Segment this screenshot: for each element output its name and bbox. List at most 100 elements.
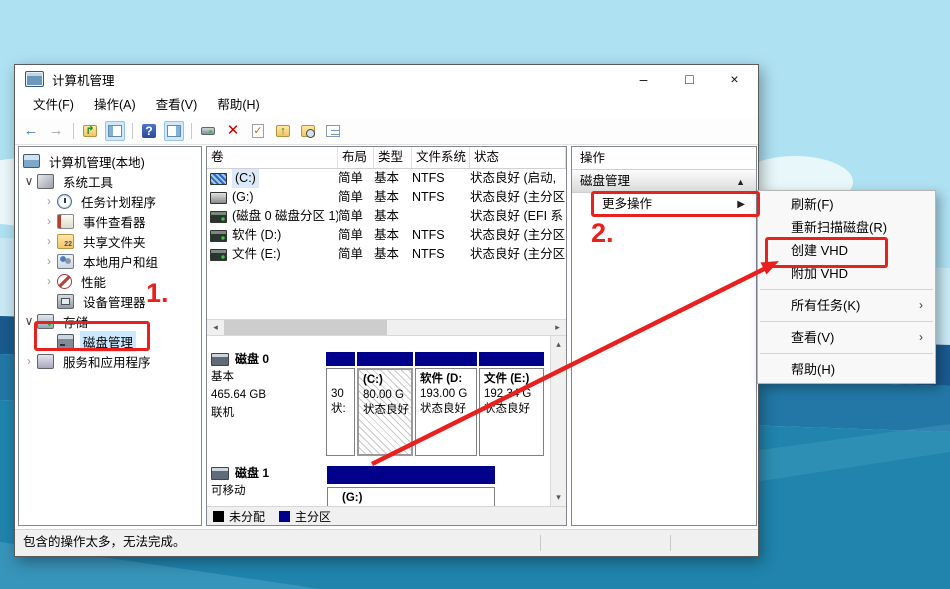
scroll-up-icon[interactable]: ▴ bbox=[550, 337, 567, 352]
expander-open-icon[interactable]: ∨ bbox=[21, 174, 37, 188]
expander-closed-icon[interactable]: › bbox=[41, 214, 57, 228]
column-type[interactable]: 类型 bbox=[374, 147, 412, 168]
menu-item-view[interactable]: 查看(V)› bbox=[758, 326, 935, 349]
menu-action[interactable]: 操作(A) bbox=[84, 93, 146, 118]
disk0-partition-e[interactable]: 文件 (E:)192.34 G状态良好 bbox=[479, 352, 544, 456]
expander-closed-icon[interactable]: › bbox=[41, 234, 57, 248]
column-layout[interactable]: 布局 bbox=[338, 147, 374, 168]
menu-separator bbox=[760, 353, 933, 354]
explore-folder-icon[interactable] bbox=[298, 121, 318, 141]
maximize-button[interactable]: □ bbox=[667, 65, 712, 93]
delete-volume-icon[interactable]: ✕ bbox=[223, 121, 243, 141]
desktop: 计算机管理 – □ × 文件(F) 操作(A) 查看(V) 帮助(H) ← → … bbox=[0, 0, 950, 589]
expander-closed-icon[interactable]: › bbox=[21, 354, 37, 368]
tree-item-performance[interactable]: › 性能 bbox=[19, 271, 201, 291]
more-actions-item[interactable]: 更多操作 ▶ bbox=[572, 193, 756, 215]
column-status[interactable]: 状态 bbox=[470, 147, 566, 168]
expander-closed-icon[interactable]: › bbox=[41, 194, 57, 208]
menu-item-rescan-disks[interactable]: 重新扫描磁盘(R) bbox=[758, 216, 935, 239]
properties-icon[interactable] bbox=[198, 121, 218, 141]
shared-folders-icon bbox=[57, 234, 74, 249]
show-console-tree-icon[interactable] bbox=[105, 121, 125, 141]
tree-item-services-applications[interactable]: › 服务和应用程序 bbox=[19, 351, 201, 371]
column-filesystem[interactable]: 文件系统 bbox=[412, 147, 470, 168]
disk-management-view: 卷 布局 类型 文件系统 状态 (C:) 简单 基本 NTFS 状态良好 (启动… bbox=[206, 146, 567, 526]
more-actions-context-menu: 刷新(F) 重新扫描磁盘(R) 创建 VHD 附加 VHD 所有任务(K)› 查… bbox=[757, 190, 936, 384]
services-icon bbox=[37, 354, 54, 369]
volume-row-g[interactable]: (G:) 简单 基本 NTFS 状态良好 (主分区 bbox=[207, 188, 566, 207]
volume-icon bbox=[210, 211, 227, 223]
show-action-pane-icon[interactable] bbox=[164, 121, 184, 141]
tree-item-disk-management[interactable]: 磁盘管理 bbox=[19, 331, 201, 351]
partition-header bbox=[357, 352, 413, 366]
menu-item-attach-vhd[interactable]: 附加 VHD bbox=[758, 262, 935, 285]
expander-open-icon[interactable]: ∨ bbox=[21, 314, 37, 328]
tree-item-task-scheduler[interactable]: › 任务计划程序 bbox=[19, 191, 201, 211]
disk0-partition-efi[interactable]: 30状: bbox=[326, 352, 355, 456]
close-button[interactable]: × bbox=[712, 65, 757, 93]
scroll-left-icon[interactable]: ◂ bbox=[207, 320, 224, 335]
volume-row-c[interactable]: (C:) 简单 基本 NTFS 状态良好 (启动, bbox=[207, 169, 566, 188]
export-list-icon[interactable]: ↱ bbox=[80, 121, 100, 141]
app-icon bbox=[25, 71, 44, 87]
horizontal-scrollbar[interactable]: ◂ ▸ bbox=[207, 319, 566, 336]
tree-item-shared-folders[interactable]: › 共享文件夹 bbox=[19, 231, 201, 251]
tree-item-local-users-groups[interactable]: › 本地用户和组 bbox=[19, 251, 201, 271]
actions-section-disk-management[interactable]: 磁盘管理 ▲ bbox=[572, 170, 756, 193]
disk-icon bbox=[211, 467, 229, 480]
volume-row-e[interactable]: 文件 (E:) 简单 基本 NTFS 状态良好 (主分区 bbox=[207, 245, 566, 264]
device-manager-icon bbox=[57, 294, 74, 309]
menu-item-help[interactable]: 帮助(H) bbox=[758, 358, 935, 381]
disk0-partition-c[interactable]: (C:)80.00 G状态良好 bbox=[357, 352, 413, 456]
expander-closed-icon[interactable]: › bbox=[41, 254, 57, 268]
collapse-icon[interactable]: ▲ bbox=[736, 171, 745, 193]
menu-file[interactable]: 文件(F) bbox=[23, 93, 84, 118]
tree-item-computer-management[interactable]: 计算机管理(本地) bbox=[19, 151, 201, 171]
vertical-scrollbar[interactable]: ▴ ▾ bbox=[550, 336, 566, 506]
window-title: 计算机管理 bbox=[52, 70, 115, 89]
volume-icon bbox=[210, 173, 227, 185]
help-icon[interactable]: ? bbox=[139, 121, 159, 141]
disk0-kind: 基本 bbox=[211, 368, 323, 386]
forward-icon[interactable]: → bbox=[46, 121, 66, 141]
disk1-partition-g[interactable]: (G:) bbox=[327, 466, 495, 506]
scroll-down-icon[interactable]: ▾ bbox=[550, 490, 567, 505]
tree-item-event-viewer[interactable]: › 事件查看器 bbox=[19, 211, 201, 231]
volume-icon bbox=[210, 230, 227, 242]
disk-management-icon bbox=[57, 334, 74, 349]
scroll-right-icon[interactable]: ▸ bbox=[549, 320, 566, 335]
back-icon[interactable]: ← bbox=[21, 121, 41, 141]
tree-item-system-tools[interactable]: ∨ 系统工具 bbox=[19, 171, 201, 191]
disk1-label[interactable]: 磁盘 1 可移动 bbox=[211, 464, 323, 500]
volume-row-d[interactable]: 软件 (D:) 简单 基本 NTFS 状态良好 (主分区 bbox=[207, 226, 566, 245]
users-icon bbox=[57, 254, 74, 269]
menu-item-all-tasks[interactable]: 所有任务(K)› bbox=[758, 294, 935, 317]
menu-view[interactable]: 查看(V) bbox=[146, 93, 208, 118]
actions-header: 操作 bbox=[572, 147, 756, 170]
menu-item-create-vhd[interactable]: 创建 VHD bbox=[758, 239, 935, 262]
performance-icon bbox=[57, 274, 72, 289]
tree-item-device-manager[interactable]: 设备管理器 bbox=[19, 291, 201, 311]
open-folder-icon[interactable]: ↑ bbox=[273, 121, 293, 141]
scrollbar-thumb[interactable] bbox=[224, 320, 387, 335]
partition-legend: 未分配 主分区 bbox=[207, 506, 566, 525]
status-bar: 包含的操作太多，无法完成。 bbox=[15, 529, 758, 556]
expander-closed-icon[interactable]: › bbox=[41, 274, 57, 288]
disk0-label[interactable]: 磁盘 0 基本 465.64 GB 联机 bbox=[211, 350, 323, 422]
menu-help[interactable]: 帮助(H) bbox=[207, 93, 269, 118]
minimize-button[interactable]: – bbox=[621, 65, 666, 93]
column-volume[interactable]: 卷 bbox=[207, 147, 338, 168]
menu-item-refresh[interactable]: 刷新(F) bbox=[758, 193, 935, 216]
console-tree-pane: 计算机管理(本地) ∨ 系统工具 › 任务计划程序 › 事件查看器 › 共享文件… bbox=[18, 146, 202, 526]
disk0-partition-d[interactable]: 软件 (D:193.00 G状态良好 bbox=[415, 352, 477, 456]
toolbar: ← → ↱ ? ✕ ✓ ↑ bbox=[15, 118, 758, 145]
disk0-state: 联机 bbox=[211, 404, 323, 422]
partition-header bbox=[326, 352, 355, 366]
tree-item-storage[interactable]: ∨ 存储 bbox=[19, 311, 201, 331]
volume-row-efi[interactable]: (磁盘 0 磁盘分区 1) 简单 基本 状态良好 (EFI 系 bbox=[207, 207, 566, 226]
toolbar-separator bbox=[132, 123, 133, 139]
disk1-kind: 可移动 bbox=[211, 482, 323, 500]
task-list-icon[interactable] bbox=[323, 121, 343, 141]
title-bar[interactable]: 计算机管理 – □ × bbox=[15, 65, 758, 93]
mark-check-document-icon[interactable]: ✓ bbox=[248, 121, 268, 141]
